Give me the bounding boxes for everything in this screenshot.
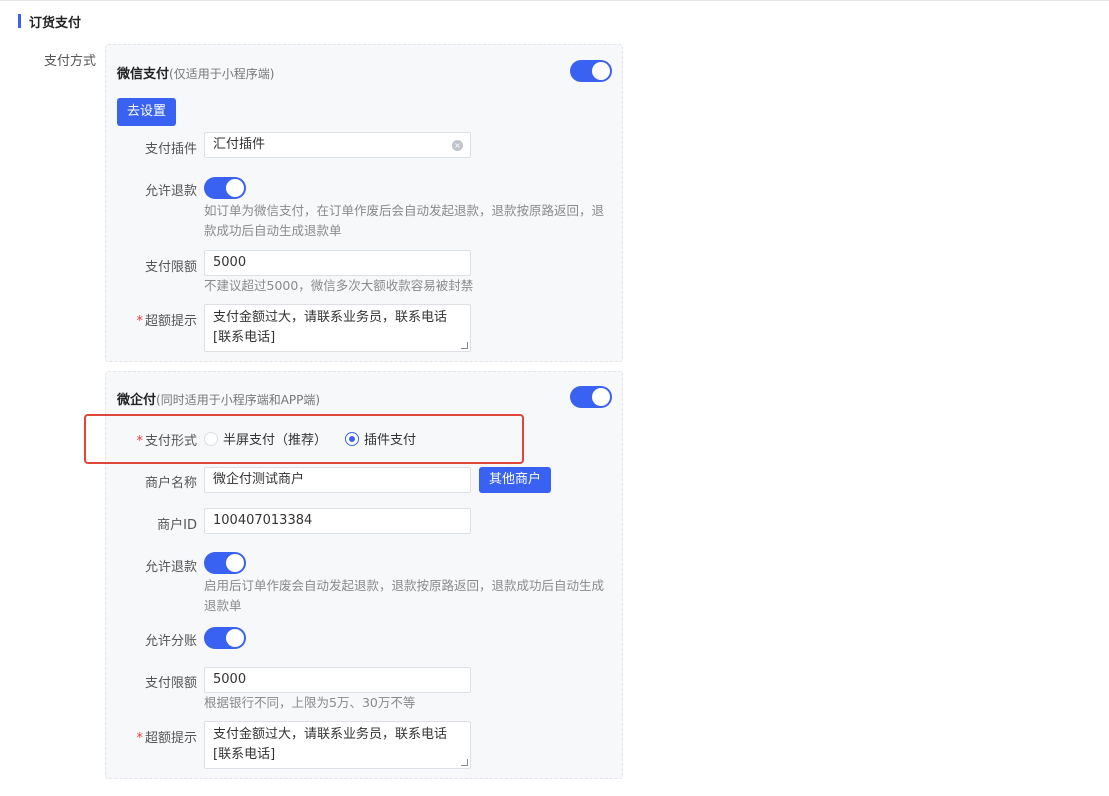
wecom-split-label: 允许分账 bbox=[144, 634, 197, 649]
wechat-over-label: * 超额提示 bbox=[107, 310, 197, 329]
wechat-pay-title: 微信支付 bbox=[117, 67, 170, 82]
wecom-merchant-id-input[interactable]: 100407013384 bbox=[204, 508, 471, 534]
wecom-refund-label: 允许退款 bbox=[144, 560, 197, 575]
wecom-over-label: * 超额提示 bbox=[107, 727, 197, 746]
wechat-limit-input[interactable]: 5000 bbox=[204, 250, 471, 276]
wecom-over-textarea[interactable]: 支付金额过大，请联系业务员，联系电话[联系电话] bbox=[204, 721, 471, 769]
wecom-split-toggle[interactable] bbox=[204, 627, 246, 649]
section-title: 订货支付 bbox=[18, 12, 82, 31]
wecom-pay-subtitle: (同时适用于小程序端和APP端) bbox=[156, 393, 321, 407]
wechat-refund-toggle[interactable] bbox=[204, 177, 246, 199]
annotation-highlight-box bbox=[84, 414, 524, 464]
section-title-text: 订货支付 bbox=[29, 15, 82, 31]
required-mark: * bbox=[136, 731, 143, 746]
clear-icon[interactable]: × bbox=[452, 140, 463, 151]
toggle-knob bbox=[226, 179, 244, 197]
wechat-pay-header: 微信支付(仅适用于小程序端) bbox=[117, 63, 274, 82]
top-divider bbox=[0, 0, 1109, 1]
other-merchant-button[interactable]: 其他商户 bbox=[479, 467, 552, 493]
wecom-limit-hint: 根据银行不同，上限为5万、30万不等 bbox=[204, 695, 416, 710]
section-title-bar bbox=[18, 14, 21, 28]
resize-handle-icon[interactable] bbox=[461, 759, 468, 766]
wechat-setup-button[interactable]: 去设置 bbox=[117, 98, 177, 126]
wechat-over-value: 支付金额过大，请联系业务员，联系电话[联系电话] bbox=[213, 310, 448, 345]
wecom-pay-header: 微企付(同时适用于小程序端和APP端) bbox=[117, 389, 320, 408]
resize-handle-icon[interactable] bbox=[461, 342, 468, 349]
wechat-refund-label: 允许退款 bbox=[144, 184, 197, 199]
wechat-pay-toggle[interactable] bbox=[570, 60, 612, 82]
wecom-over-value: 支付金额过大，请联系业务员，联系电话[联系电话] bbox=[213, 727, 448, 762]
wechat-limit-hint: 不建议超过5000，微信多次大额收款容易被封禁 bbox=[204, 278, 474, 293]
wecom-refund-hint: 启用后订单作废会自动发起退款，退款按原路返回，退款成功后自动生成退款单 bbox=[204, 578, 605, 613]
wechat-over-textarea[interactable]: 支付金额过大，请联系业务员，联系电话[联系电话] bbox=[204, 304, 471, 352]
wecom-over-label-text: 超额提示 bbox=[144, 731, 197, 746]
wechat-pay-card: 微信支付(仅适用于小程序端) 去设置 支付插件 汇付插件 × 允许退款 如订单为… bbox=[105, 44, 623, 362]
wecom-merchant-id-label: 商户ID bbox=[157, 518, 197, 533]
toggle-knob bbox=[592, 388, 610, 406]
wecom-pay-toggle[interactable] bbox=[570, 386, 612, 408]
wechat-refund-hint: 如订单为微信支付，在订单作废后会自动发起退款，退款按原路返回，退款成功后自动生成… bbox=[204, 203, 605, 238]
required-mark: * bbox=[136, 314, 143, 329]
wecom-merchant-name-label: 商户名称 bbox=[144, 476, 197, 491]
wecom-merchant-name-input[interactable]: 微企付测试商户 bbox=[204, 467, 471, 493]
page: 订货支付 支付方式 微信支付(仅适用于小程序端) 去设置 支付插件 汇付插件 ×… bbox=[0, 0, 1109, 796]
wechat-plugin-label: 支付插件 bbox=[144, 142, 197, 157]
pay-method-label: 支付方式 bbox=[44, 54, 97, 69]
wechat-pay-subtitle: (仅适用于小程序端) bbox=[169, 67, 275, 81]
toggle-knob bbox=[592, 62, 610, 80]
wechat-over-label-text: 超额提示 bbox=[144, 314, 197, 329]
toggle-knob bbox=[226, 554, 244, 572]
wecom-limit-label: 支付限额 bbox=[144, 676, 197, 691]
wechat-limit-label: 支付限额 bbox=[144, 260, 197, 275]
toggle-knob bbox=[226, 629, 244, 647]
wecom-pay-title: 微企付 bbox=[117, 393, 157, 408]
wechat-plugin-value: 汇付插件 bbox=[213, 137, 266, 152]
wecom-limit-input[interactable]: 5000 bbox=[204, 667, 471, 693]
wecom-refund-toggle[interactable] bbox=[204, 552, 246, 574]
wechat-plugin-select[interactable]: 汇付插件 × bbox=[204, 132, 471, 158]
